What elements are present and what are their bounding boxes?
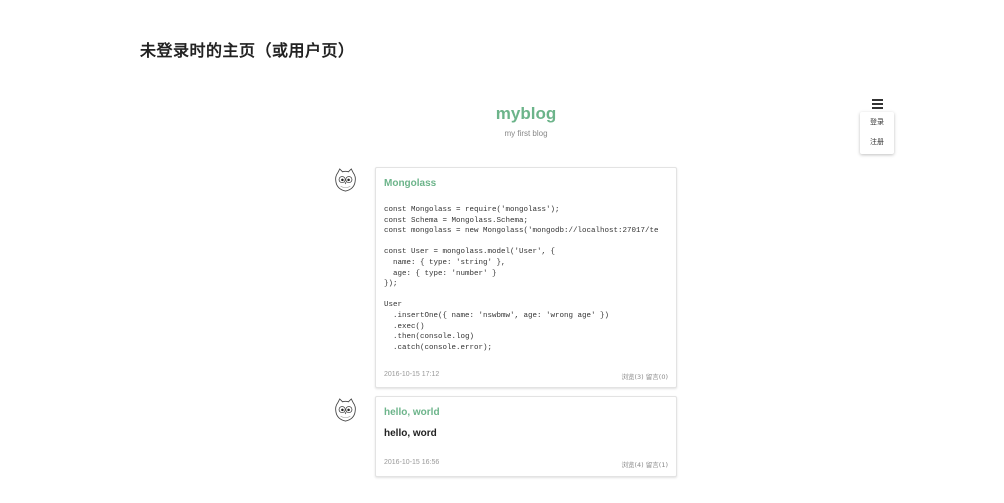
post-title-link[interactable]: hello, world — [384, 407, 440, 418]
code-line: const Schema = Mongolass.Schema; — [384, 216, 529, 225]
post-date: 2016-10-15 16:56 — [384, 459, 440, 466]
blog-subtitle: my first blog — [504, 129, 548, 138]
owl-avatar-icon — [335, 398, 356, 422]
code-line: const User = mongolass.model('User', { — [384, 248, 556, 257]
hamburger-menu-icon[interactable] — [872, 99, 883, 109]
code-line: ​ — [384, 237, 672, 248]
register-link[interactable]: 注册 — [860, 132, 894, 152]
code-line: name: { type: 'string' }, — [384, 258, 506, 267]
code-line: }); — [384, 280, 398, 289]
post-avatar[interactable] — [332, 397, 359, 424]
code-line: .then(console.log) — [384, 333, 475, 342]
code-line: const mongolass = new Mongolass('mongodb… — [384, 227, 659, 236]
post-card: hello, world hello, word 2016-10-15 16:5… — [375, 396, 677, 477]
code-line: .catch(console.error); — [384, 343, 493, 352]
blog-title[interactable]: myblog — [426, 104, 626, 124]
page-heading: 未登录时的主页（或用户页） — [140, 41, 355, 60]
code-line: .exec() — [384, 322, 425, 331]
post-stats: 浏览(4) 留言(1) — [621, 461, 668, 469]
code-line: ​ — [384, 290, 672, 301]
post-body: hello, word — [384, 428, 437, 439]
code-line: .insertOne({ name: 'nswbmw', age: 'wrong… — [384, 311, 610, 320]
login-link[interactable]: 登录 — [860, 112, 894, 132]
post-avatar[interactable] — [332, 167, 359, 194]
post-stats: 浏览(3) 留言(0) — [621, 373, 668, 381]
post-code-block: const Mongolass = require('mongolass'); … — [384, 205, 672, 355]
code-line: User — [384, 301, 403, 310]
user-dropdown-menu: 登录 注册 — [860, 112, 894, 154]
owl-avatar-icon — [335, 168, 356, 192]
code-line: const Mongolass = require('mongolass'); — [384, 206, 560, 214]
post-date: 2016-10-15 17:12 — [384, 371, 440, 378]
code-line: age: { type: 'number' } — [384, 269, 497, 278]
post-card: Mongolass const Mongolass = require('mon… — [375, 167, 677, 388]
post-title-link[interactable]: Mongolass — [384, 178, 436, 189]
